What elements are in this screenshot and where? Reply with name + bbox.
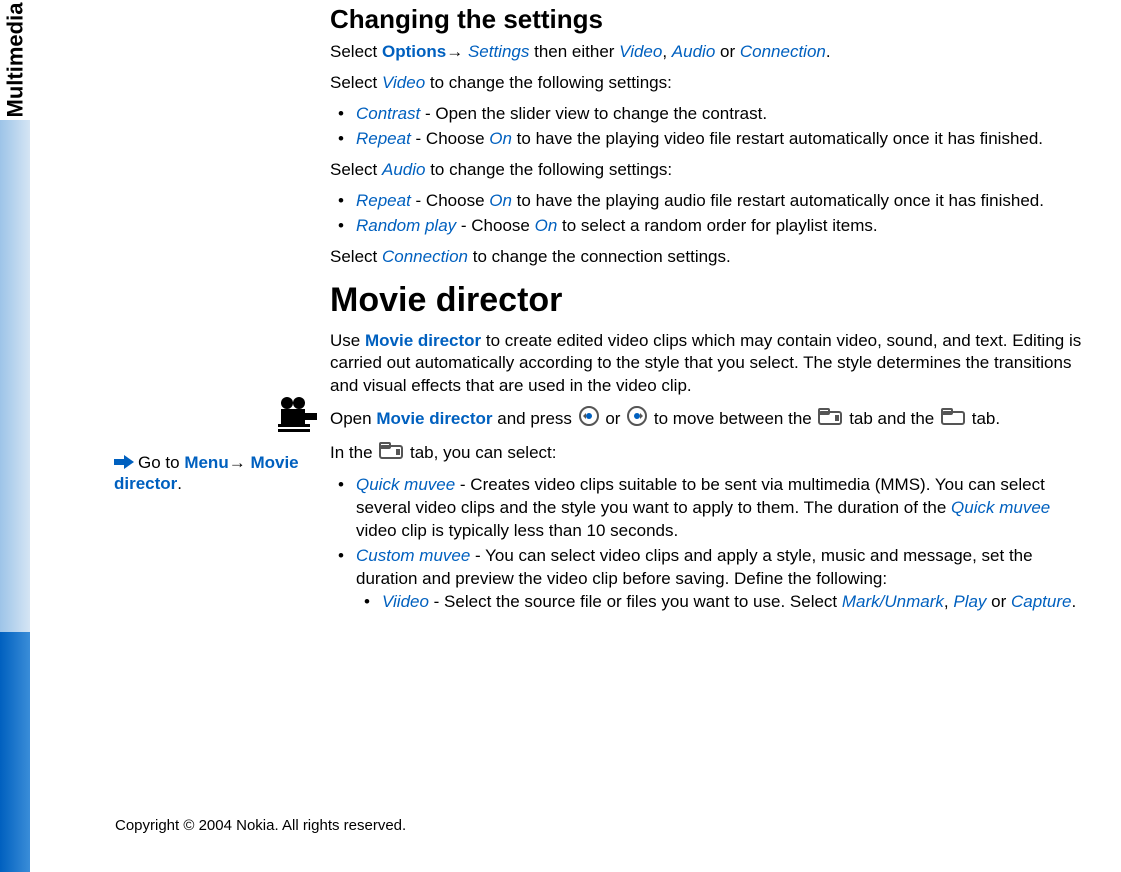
t: or	[986, 592, 1011, 611]
list-item: Contrast - Open the slider view to chang…	[330, 103, 1091, 126]
sidebar-link-menu: Menu	[184, 453, 228, 472]
link-on: On	[489, 129, 512, 148]
t: to have the playing video file restart a…	[512, 129, 1043, 148]
t: Select	[330, 247, 382, 266]
para-select-connection: Select Connection to change the connecti…	[330, 246, 1091, 269]
list-item: Custom muvee - You can select video clip…	[330, 545, 1091, 614]
t: - Choose	[411, 129, 489, 148]
arrow-right-icon	[114, 454, 134, 474]
link-settings: Settings	[468, 42, 529, 61]
sidebar-arrow-text: →	[229, 453, 251, 472]
sublist: Viideo - Select the source file or files…	[356, 591, 1091, 614]
link-audio: Audio	[382, 160, 425, 179]
link-custom-muvee: Custom muvee	[356, 546, 470, 565]
side-tab: Multimedia	[0, 0, 30, 120]
folder-tab-alt-icon	[941, 407, 965, 432]
t: and press	[493, 409, 577, 428]
link-quick-muvee: Quick muvee	[951, 498, 1050, 517]
link-capture: Capture	[1011, 592, 1071, 611]
para-md-open: Open Movie director and press or to move…	[330, 406, 1091, 433]
t: to move between the	[649, 409, 816, 428]
link-video: Video	[619, 42, 662, 61]
link-on: On	[535, 216, 558, 235]
joystick-right-icon	[627, 406, 647, 433]
list-muvee: Quick muvee - Creates video clips suitab…	[330, 474, 1091, 614]
side-bar-gradient-bottom	[0, 632, 30, 872]
t: to change the following settings:	[425, 160, 672, 179]
para-in-tab: In the tab, you can select:	[330, 441, 1091, 466]
t: to change the connection settings.	[468, 247, 731, 266]
list-item: Repeat - Choose On to have the playing a…	[330, 190, 1091, 213]
t: or	[601, 409, 626, 428]
list-audio-settings: Repeat - Choose On to have the playing a…	[330, 190, 1091, 238]
link-viideo: Viideo	[382, 592, 429, 611]
sidebar-period: .	[177, 474, 182, 493]
list-item: Quick muvee - Creates video clips suitab…	[330, 474, 1091, 543]
t: Select	[330, 42, 382, 61]
link-audio: Audio	[672, 42, 715, 61]
t: Use	[330, 331, 365, 350]
link-random-play: Random play	[356, 216, 456, 235]
t: - Choose	[456, 216, 534, 235]
t: - Choose	[411, 191, 489, 210]
page-number: 40	[40, 805, 71, 837]
t: video clip is typically less than 10 sec…	[356, 521, 678, 540]
link-quick-muvee: Quick muvee	[356, 475, 455, 494]
side-bar-gradient-top	[0, 120, 30, 632]
para-select-audio: Select Audio to change the following set…	[330, 159, 1091, 182]
link-movie-director: Movie director	[376, 409, 492, 428]
link-mark-unmark: Mark/Unmark	[842, 592, 944, 611]
t: or	[715, 42, 740, 61]
t: →	[446, 42, 468, 61]
t: to have the playing audio file restart a…	[512, 191, 1044, 210]
t: Select	[330, 160, 382, 179]
link-connection: Connection	[382, 247, 468, 266]
link-options: Options	[382, 42, 446, 61]
link-contrast: Contrast	[356, 104, 420, 123]
main-content: Changing the settings Select Options→ Se…	[330, 4, 1091, 622]
heading-movie-director: Movie director	[330, 281, 1091, 320]
t: ,	[662, 42, 671, 61]
t: - Creates video clips suitable to be sen…	[356, 475, 1045, 517]
t: - Select the source file or files you wa…	[429, 592, 842, 611]
t: .	[826, 42, 831, 61]
folder-tab-icon	[379, 441, 403, 466]
t: tab.	[967, 409, 1000, 428]
sidebar-nav-hint: Go to Menu→ Movie director.	[114, 453, 314, 494]
t: .	[1071, 592, 1076, 611]
t: to select a random order for playlist it…	[557, 216, 877, 235]
link-repeat: Repeat	[356, 191, 411, 210]
link-video: Video	[382, 73, 425, 92]
para-select-options: Select Options→ Settings then either Vid…	[330, 41, 1091, 64]
t: then either	[529, 42, 619, 61]
t: In the	[330, 443, 377, 462]
movie-camera-icon	[278, 396, 322, 439]
list-video-settings: Contrast - Open the slider view to chang…	[330, 103, 1091, 151]
t: - Open the slider view to change the con…	[420, 104, 767, 123]
t: tab and the	[844, 409, 939, 428]
para-md-intro: Use Movie director to create edited vide…	[330, 330, 1091, 399]
link-movie-director: Movie director	[365, 331, 481, 350]
folder-tab-icon	[818, 407, 842, 432]
list-item: Viideo - Select the source file or files…	[356, 591, 1091, 614]
list-item: Repeat - Choose On to have the playing v…	[330, 128, 1091, 151]
copyright-text: Copyright © 2004 Nokia. All rights reser…	[115, 817, 406, 834]
t: to change the following settings:	[425, 73, 672, 92]
t: Select	[330, 73, 382, 92]
t: Open	[330, 409, 376, 428]
link-on: On	[489, 191, 512, 210]
link-repeat: Repeat	[356, 129, 411, 148]
link-connection: Connection	[740, 42, 826, 61]
link-play: Play	[953, 592, 986, 611]
heading-changing-settings: Changing the settings	[330, 4, 1091, 35]
side-tab-label: Multimedia	[2, 3, 28, 118]
para-select-video: Select Video to change the following set…	[330, 72, 1091, 95]
list-item: Random play - Choose On to select a rand…	[330, 215, 1091, 238]
joystick-left-icon	[579, 406, 599, 433]
t: ,	[944, 592, 953, 611]
t: tab, you can select:	[405, 443, 556, 462]
sidebar-text-goto: Go to	[138, 453, 184, 472]
